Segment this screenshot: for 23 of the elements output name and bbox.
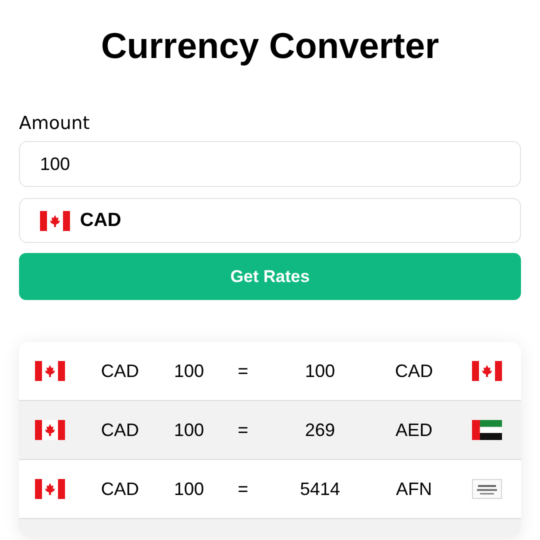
currency-code: AED: [395, 420, 432, 440]
flag-icon: [35, 420, 65, 440]
currency-code: CAD: [100, 360, 139, 382]
amount-text: 100: [174, 360, 204, 382]
result-text: 269: [304, 420, 336, 440]
currency-code: CAD: [100, 420, 139, 440]
amount-text: 100: [174, 478, 204, 500]
equals-sign: =: [238, 360, 248, 382]
amount-text: 100: [174, 420, 204, 440]
flag-icon: [35, 479, 65, 499]
flag-icon: [40, 210, 70, 230]
equals-sign: =: [238, 478, 248, 500]
currency-code: CAD: [394, 360, 433, 382]
currency-code: CAD: [100, 478, 139, 500]
equals-sign: =: [238, 420, 248, 440]
result-text: 100: [304, 360, 336, 382]
result-text: 5414: [300, 478, 340, 500]
flag-icon: [35, 361, 65, 381]
currency-code: AFN: [396, 478, 432, 500]
page-title: Currency Converter: [100, 24, 440, 68]
currency-select[interactable]: CAD: [19, 198, 521, 243]
amount-field[interactable]: 100: [19, 141, 521, 187]
amount-label: Amount: [19, 112, 91, 136]
